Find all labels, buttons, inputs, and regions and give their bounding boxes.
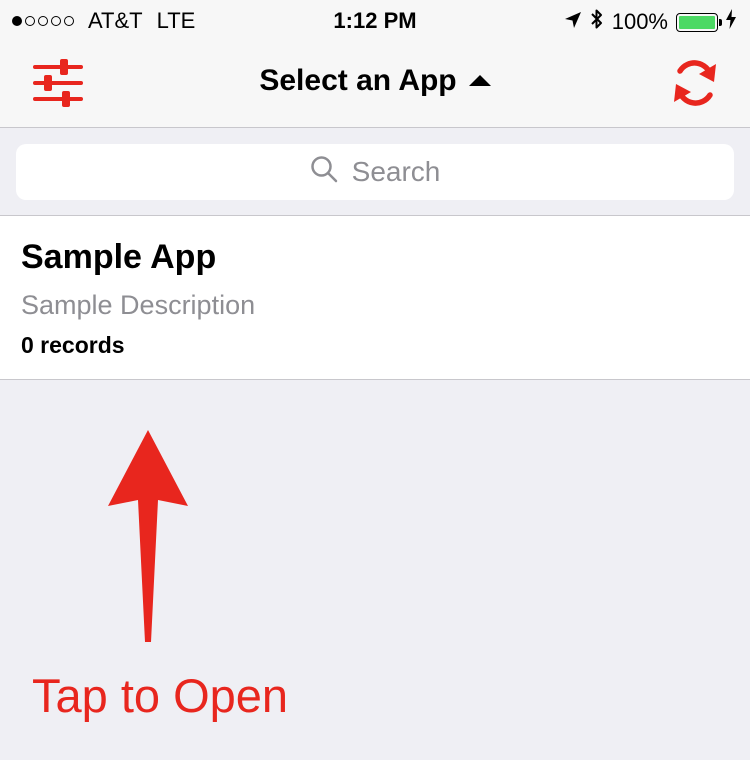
status-right: 100% bbox=[564, 8, 736, 36]
bluetooth-icon bbox=[590, 8, 604, 36]
sync-icon bbox=[670, 60, 720, 113]
search-area: Search bbox=[0, 128, 750, 215]
status-bar: AT&T LTE 1:12 PM 100% bbox=[0, 0, 750, 40]
battery-fill bbox=[679, 15, 715, 29]
search-placeholder: Search bbox=[351, 156, 441, 187]
charging-bolt-icon bbox=[726, 9, 736, 35]
app-description: Sample Description bbox=[21, 290, 256, 320]
page-title: Select an App bbox=[259, 64, 457, 97]
app-record-count: 0 records bbox=[21, 332, 125, 358]
app-name: Sample App bbox=[21, 238, 217, 276]
sliders-icon bbox=[32, 59, 84, 113]
battery-percent: 100% bbox=[611, 9, 668, 34]
location-arrow-icon bbox=[564, 9, 582, 35]
navigation-bar: Select an App bbox=[0, 40, 750, 128]
arrow-up-icon bbox=[108, 430, 188, 642]
annotation-text: Tap to Open bbox=[32, 669, 289, 722]
search-icon bbox=[310, 155, 338, 190]
caret-up-icon bbox=[468, 74, 491, 86]
app-selector-title[interactable]: Select an App bbox=[0, 64, 750, 98]
sync-button[interactable] bbox=[670, 57, 720, 109]
battery-icon bbox=[676, 12, 722, 32]
app-list-item[interactable]: Sample App Sample Description 0 records bbox=[0, 215, 750, 380]
search-input[interactable]: Search bbox=[16, 144, 734, 200]
